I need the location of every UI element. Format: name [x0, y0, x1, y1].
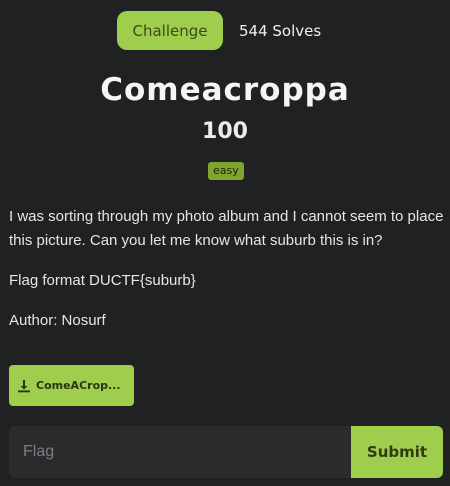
tab-challenge[interactable]: Challenge [117, 11, 223, 50]
flag-form: Submit [9, 426, 443, 478]
download-file-button[interactable]: ComeACrop... [9, 365, 134, 406]
challenge-points: 100 [202, 119, 248, 144]
tab-solves[interactable]: 544 Solves [239, 22, 321, 40]
author-text: Author: Nosurf [9, 312, 106, 329]
download-icon [17, 379, 31, 393]
challenge-title: Comeacroppa [100, 72, 350, 108]
challenge-description: I was sorting through my photo album and… [9, 208, 444, 249]
file-name: ComeACrop... [36, 379, 121, 392]
difficulty-badge: easy [208, 162, 244, 180]
flag-format-text: Flag format DUCTF{suburb} [9, 272, 196, 289]
flag-input[interactable] [9, 426, 351, 478]
submit-button[interactable]: Submit [351, 426, 443, 478]
challenge-tabs: Challenge 544 Solves [117, 11, 321, 50]
